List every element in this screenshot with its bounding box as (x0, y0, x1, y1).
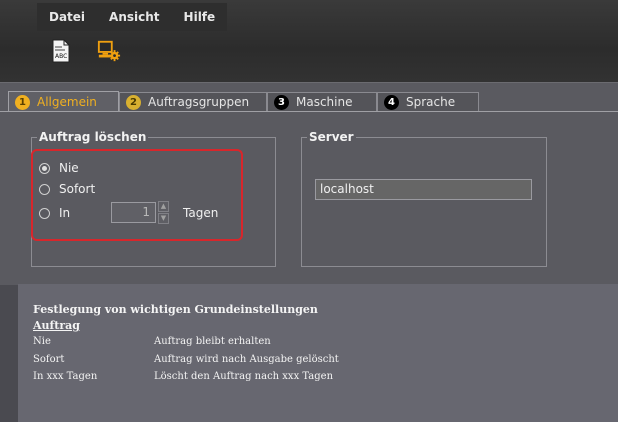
help-term: In xxx Tagen (33, 371, 98, 382)
menu-ansicht[interactable]: Ansicht (97, 10, 171, 24)
help-desc: Löscht den Auftrag nach xxx Tagen (154, 371, 334, 382)
tab-label: Allgemein (37, 95, 97, 109)
spellcheck-tool-button[interactable]: ABC (49, 38, 73, 64)
tab-number-badge: 1 (15, 94, 30, 110)
abc-document-icon: ABC (52, 39, 70, 63)
highlight-box (31, 149, 243, 241)
tab-strip: 1 Allgemein 2 Auftragsgruppen 3 Maschine… (0, 82, 618, 112)
help-term: Sofort (33, 354, 65, 365)
help-desc: Auftrag wird nach Ausgabe gelöscht (154, 354, 339, 365)
tab-number-badge: 4 (384, 94, 399, 110)
svg-text:ABC: ABC (55, 53, 67, 60)
tab-label: Auftragsgruppen (148, 95, 250, 109)
menu-hilfe[interactable]: Hilfe (172, 10, 228, 24)
tab-number-badge: 3 (274, 94, 289, 110)
server-input[interactable]: localhost (315, 179, 532, 200)
help-term: Nie (33, 336, 51, 347)
menu-datei[interactable]: Datei (37, 10, 97, 24)
tab-label: Maschine (296, 95, 353, 109)
computer-settings-icon (97, 40, 121, 62)
menu-bar: Datei Ansicht Hilfe (37, 3, 227, 31)
help-desc: Auftrag bleibt erhalten (154, 336, 271, 347)
settings-tool-button[interactable] (97, 38, 121, 64)
top-bar: Datei Ansicht Hilfe ABC (0, 0, 618, 82)
help-title: Festlegung von wichtigen Grundeinstellun… (33, 303, 318, 316)
tab-allgemein[interactable]: 1 Allgemein (8, 91, 119, 112)
tab-label: Sprache (406, 95, 456, 109)
group-title: Auftrag löschen (37, 130, 149, 144)
server-group: Server (301, 130, 547, 267)
group-title: Server (307, 130, 356, 144)
tab-sprache[interactable]: 4 Sprache (377, 92, 479, 111)
help-panel: Festlegung von wichtigen Grundeinstellun… (18, 284, 618, 422)
help-subtitle: Auftrag (33, 319, 80, 332)
tab-auftragsgruppen[interactable]: 2 Auftragsgruppen (119, 92, 267, 111)
tab-maschine[interactable]: 3 Maschine (267, 92, 377, 111)
tab-number-badge: 2 (126, 94, 141, 110)
